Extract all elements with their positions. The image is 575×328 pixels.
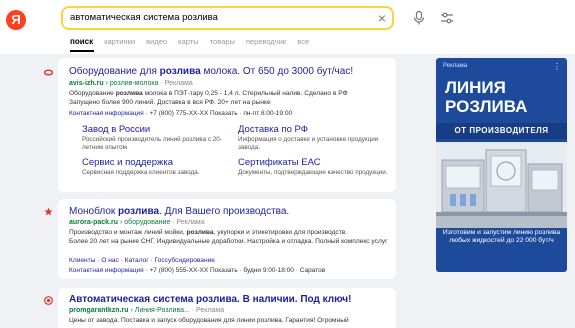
search-input[interactable]: автоматическая система розлива × bbox=[61, 6, 394, 30]
search-tabs: поиск картинки видео карты товары перево… bbox=[70, 37, 318, 46]
result-snippet: Производство и монтаж линий мойки, розли… bbox=[69, 229, 388, 245]
result-quick-links[interactable]: Клиенты · О нас · Каталог · Госсубсидиро… bbox=[69, 257, 215, 264]
sitelink-desc: Информация о доставке и установке продук… bbox=[238, 136, 379, 151]
site-favicon-icon bbox=[44, 207, 53, 216]
site-favicon-icon bbox=[44, 296, 53, 305]
sitelink-title[interactable]: Доставка по РФ bbox=[238, 124, 308, 135]
search-query[interactable]: автоматическая система розлива bbox=[70, 12, 218, 23]
bottling-machine-image bbox=[436, 142, 567, 228]
result-url[interactable]: avis-izh.ru › розлив-молока · Реклама bbox=[69, 80, 193, 87]
sitelink-desc: Сервисная поддержка клиентов завода. bbox=[82, 169, 200, 176]
tab-products[interactable]: товары bbox=[210, 37, 235, 46]
sitelink-desc: Российский производитель линий розлива с… bbox=[82, 136, 222, 151]
result-url[interactable]: promgarantkzn.ru › Линия-Розлива... · Ре… bbox=[69, 307, 224, 314]
advertisement-banner[interactable]: Реклама ⋮ ЛИНИЯ РОЗЛИВА ОТ ПРОИЗВОДИТЕЛЯ… bbox=[436, 58, 567, 272]
result-title-link[interactable]: Автоматическая система розлива. В наличи… bbox=[69, 294, 351, 305]
active-tab-indicator bbox=[70, 50, 94, 52]
sitelink-title[interactable]: Сервис и поддержка bbox=[82, 157, 173, 168]
sitelink-title[interactable]: Завод в России bbox=[82, 124, 150, 135]
tab-video[interactable]: видео bbox=[146, 37, 167, 46]
tab-maps[interactable]: карты bbox=[178, 37, 198, 46]
result-title-link[interactable]: Оборудование для розлива молока. От 650 … bbox=[69, 66, 353, 77]
yandex-logo[interactable]: Я bbox=[6, 10, 26, 30]
sitelink-title[interactable]: Сертификаты ЕАС bbox=[238, 157, 321, 168]
tab-search[interactable]: поиск bbox=[70, 37, 93, 46]
tab-images[interactable]: картинки bbox=[104, 37, 135, 46]
banner-subtitle: ОТ ПРОИЗВОДИТЕЛЯ bbox=[436, 123, 567, 139]
more-options-icon[interactable]: ⋮ bbox=[553, 62, 561, 71]
result-snippet: Оборудование розлива молока в ПЭТ-тару 0… bbox=[69, 90, 348, 106]
contact-info-link[interactable]: Контактная информация bbox=[69, 110, 144, 117]
filter-settings-icon[interactable] bbox=[440, 12, 454, 24]
contact-info-link[interactable]: Контактная информация bbox=[69, 267, 144, 274]
banner-text: Изготовим и запустим линию розлива любых… bbox=[442, 229, 561, 245]
ad-label: Реклама bbox=[443, 63, 468, 69]
banner-title: ЛИНИЯ РОЗЛИВА bbox=[445, 78, 528, 116]
microphone-icon[interactable] bbox=[413, 11, 425, 25]
result-snippet: Цены от завода. Поставка и запуск оборуд… bbox=[69, 317, 349, 324]
result-title-link[interactable]: Моноблок розлива. Для Вашего производств… bbox=[69, 206, 289, 217]
result-url[interactable]: aurora-pack.ru › оборудование · Реклама bbox=[69, 219, 205, 226]
result-contact: Контактная информация · +7 (800) 775-XX-… bbox=[69, 110, 293, 117]
site-favicon-icon bbox=[44, 69, 53, 76]
close-icon[interactable]: × bbox=[378, 10, 386, 26]
header: Я автоматическая система розлива × поиск… bbox=[0, 0, 575, 54]
tab-all[interactable]: все bbox=[297, 37, 309, 46]
sitelink-desc: Документы, подтверждающие качество проду… bbox=[238, 169, 388, 176]
tab-translator[interactable]: переводчик bbox=[246, 37, 286, 46]
result-contact: Контактная информация · +7 (800) 555-XX-… bbox=[69, 267, 326, 274]
